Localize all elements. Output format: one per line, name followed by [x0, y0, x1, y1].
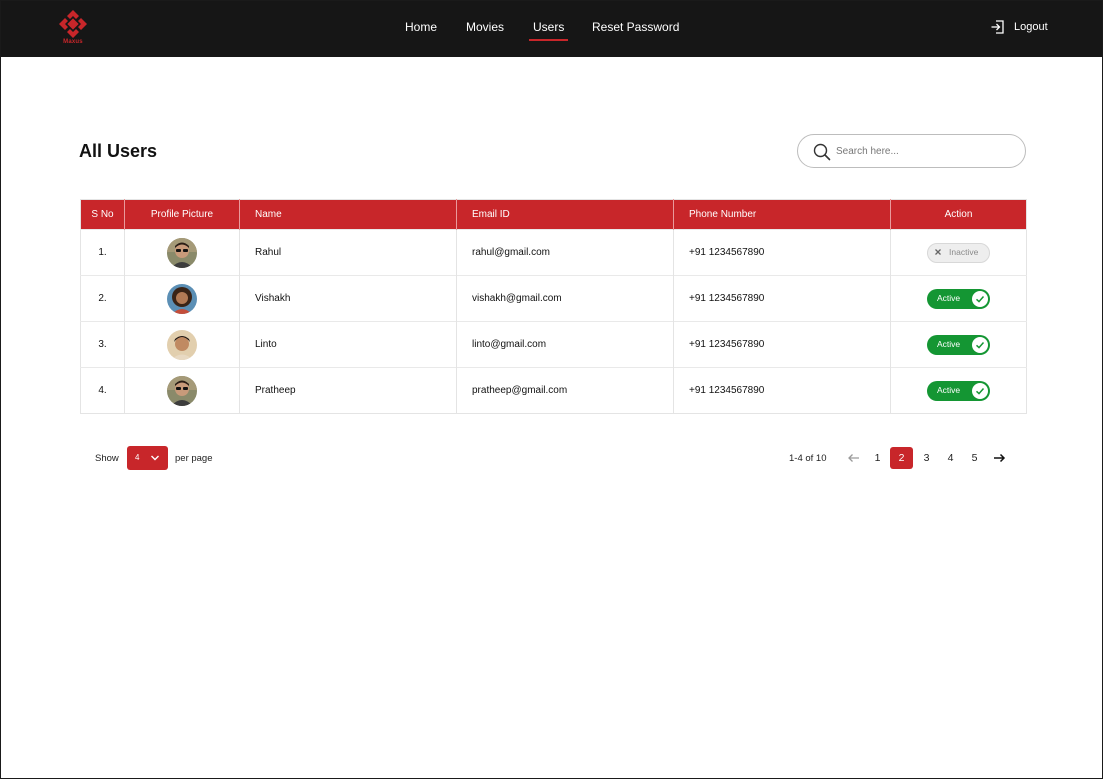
- column-header-action: Action: [890, 199, 1027, 230]
- cell-profile-picture: [124, 367, 240, 414]
- toggle-knob: [972, 382, 988, 399]
- avatar-icon[interactable]: [167, 329, 197, 360]
- cell-name: Vishakh: [239, 275, 457, 322]
- page-button-2[interactable]: 2: [890, 447, 913, 469]
- cell-email: pratheep@gmail.com: [456, 367, 674, 414]
- nav-item-reset-password[interactable]: Reset Password: [592, 20, 679, 34]
- top-navbar: Maxus Home Movies Users Reset Password L…: [1, 1, 1102, 57]
- cell-action: Active: [890, 321, 1027, 368]
- column-header-email: Email ID: [456, 199, 674, 230]
- per-page-value: 4: [135, 453, 140, 462]
- cell-action: Active: [890, 275, 1027, 322]
- avatar-icon[interactable]: [167, 283, 197, 314]
- arrow-left-icon[interactable]: [847, 452, 860, 464]
- page-button-5[interactable]: 5: [963, 447, 986, 469]
- brand-name: Maxus: [63, 39, 83, 45]
- column-header-phone: Phone Number: [673, 199, 891, 230]
- brand-logo[interactable]: Maxus: [57, 8, 89, 48]
- users-table: S No Profile Picture Name Email ID Phone…: [80, 199, 1027, 414]
- table-row: 1. Rahul rahul@gmail.com +91 1234567890 …: [80, 229, 1027, 276]
- status-toggle[interactable]: Active: [927, 288, 990, 309]
- column-header-name: Name: [239, 199, 457, 230]
- toggle-knob: [972, 336, 988, 353]
- check-icon: [975, 341, 985, 349]
- cell-name: Pratheep: [239, 367, 457, 414]
- toggle-label: Active: [937, 338, 961, 349]
- logout-icon: [991, 20, 1004, 34]
- search-icon: [813, 143, 831, 161]
- cell-email: vishakh@gmail.com: [456, 275, 674, 322]
- page-button-1[interactable]: 1: [866, 447, 889, 469]
- cell-action: Inactive: [890, 229, 1027, 276]
- cell-sno: 1.: [80, 229, 125, 276]
- search-input[interactable]: [836, 143, 1011, 160]
- cell-phone: +91 1234567890: [673, 275, 891, 322]
- cell-phone: +91 1234567890: [673, 229, 891, 276]
- close-icon: [935, 249, 941, 255]
- column-header-sno: S No: [80, 199, 125, 230]
- cell-sno: 3.: [80, 321, 125, 368]
- toggle-label: Active: [937, 384, 961, 395]
- chevron-down-icon: [151, 455, 159, 461]
- pagination-range: 1-4 of 10: [789, 453, 827, 464]
- status-toggle[interactable]: Active: [927, 334, 990, 355]
- cell-name: Rahul: [239, 229, 457, 276]
- cell-sno: 4.: [80, 367, 125, 414]
- cell-sno: 2.: [80, 275, 125, 322]
- show-label: Show: [95, 453, 119, 464]
- cell-action: Active: [890, 367, 1027, 414]
- avatar-icon[interactable]: [167, 375, 197, 406]
- cell-email: rahul@gmail.com: [456, 229, 674, 276]
- status-toggle[interactable]: Inactive: [927, 242, 990, 263]
- cell-phone: +91 1234567890: [673, 321, 891, 368]
- page-button-4[interactable]: 4: [939, 447, 962, 469]
- per-page-label: per page: [175, 453, 213, 464]
- table-row: 2. Vishakh vishakh@gmail.com +91 1234567…: [80, 275, 1027, 322]
- cell-profile-picture: [124, 229, 240, 276]
- cell-profile-picture: [124, 321, 240, 368]
- cell-email: linto@gmail.com: [456, 321, 674, 368]
- table-row: 3. Linto linto@gmail.com +91 1234567890 …: [80, 321, 1027, 368]
- arrow-right-icon[interactable]: [993, 452, 1006, 464]
- per-page-select[interactable]: 4: [127, 446, 168, 470]
- nav-item-movies[interactable]: Movies: [466, 20, 504, 34]
- logo-icon: [59, 10, 87, 38]
- toggle-label: Active: [937, 292, 961, 303]
- table-row: 4. Pratheep pratheep@gmail.com +91 12345…: [80, 367, 1027, 414]
- column-header-profile-picture: Profile Picture: [124, 199, 240, 230]
- search-box[interactable]: [797, 134, 1026, 168]
- toggle-knob: [972, 290, 988, 307]
- check-icon: [975, 295, 985, 303]
- cell-name: Linto: [239, 321, 457, 368]
- logout-label: Logout: [1014, 21, 1048, 33]
- table-header-row: S No Profile Picture Name Email ID Phone…: [80, 199, 1027, 230]
- toggle-knob: [930, 244, 946, 260]
- toggle-label: Inactive: [949, 246, 979, 257]
- avatar-icon[interactable]: [167, 237, 197, 268]
- cell-phone: +91 1234567890: [673, 367, 891, 414]
- nav-item-home[interactable]: Home: [405, 20, 437, 34]
- cell-profile-picture: [124, 275, 240, 322]
- nav-item-users[interactable]: Users: [528, 20, 569, 41]
- page-title: All Users: [79, 141, 158, 161]
- check-icon: [975, 387, 985, 395]
- status-toggle[interactable]: Active: [927, 380, 990, 401]
- page-button-3[interactable]: 3: [915, 447, 938, 469]
